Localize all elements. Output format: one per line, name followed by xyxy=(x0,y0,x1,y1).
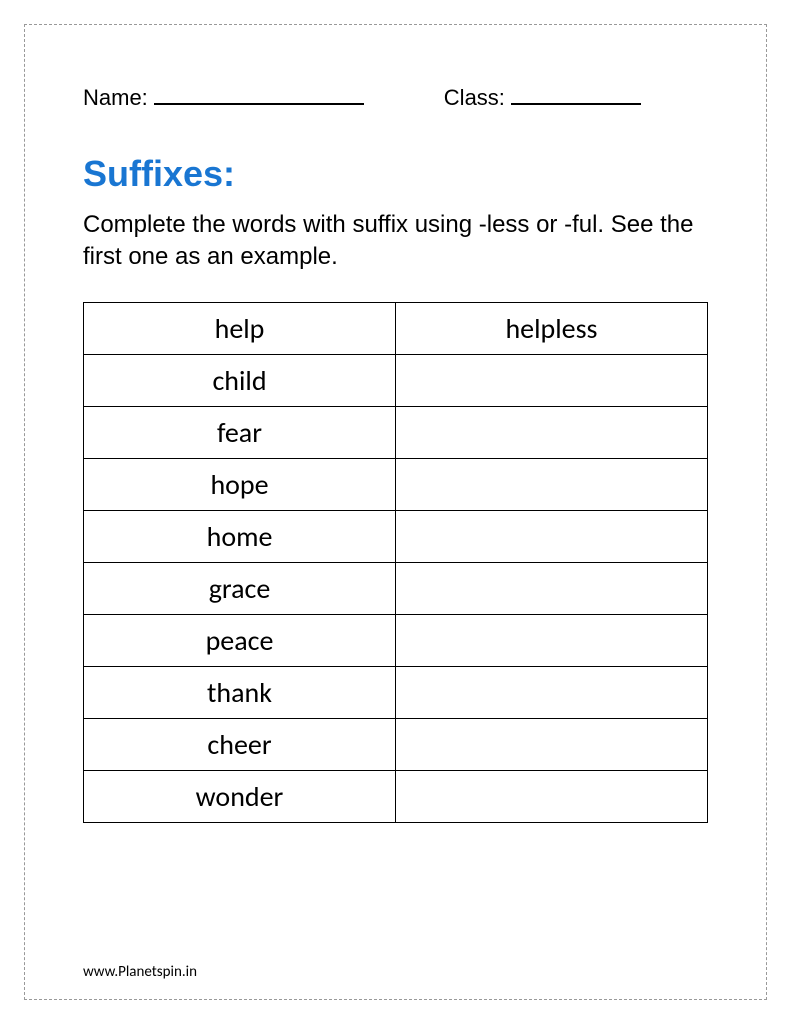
answer-cell[interactable]: helpless xyxy=(396,302,708,354)
worksheet-instructions: Complete the words with suffix using -le… xyxy=(83,209,708,274)
answer-cell[interactable] xyxy=(396,510,708,562)
answer-cell[interactable] xyxy=(396,718,708,770)
table-row: help helpless xyxy=(84,302,708,354)
footer-url: www.Planetspin.in xyxy=(83,963,197,981)
table-row: fear xyxy=(84,406,708,458)
answer-cell[interactable] xyxy=(396,666,708,718)
word-cell: home xyxy=(84,510,396,562)
word-cell: grace xyxy=(84,562,396,614)
table-row: hope xyxy=(84,458,708,510)
name-label: Name: xyxy=(83,85,148,111)
table-row: peace xyxy=(84,614,708,666)
answer-cell[interactable] xyxy=(396,458,708,510)
class-field: Class: xyxy=(444,83,641,111)
name-field: Name: xyxy=(83,83,364,111)
suffix-table: help helpless child fear hope home grace xyxy=(83,302,708,823)
table-row: grace xyxy=(84,562,708,614)
word-cell: peace xyxy=(84,614,396,666)
word-cell: fear xyxy=(84,406,396,458)
worksheet-page: Name: Class: Suffixes: Complete the word… xyxy=(24,24,767,1000)
worksheet-title: Suffixes: xyxy=(83,153,708,195)
header-row: Name: Class: xyxy=(83,83,708,111)
table-row: cheer xyxy=(84,718,708,770)
table-row: child xyxy=(84,354,708,406)
word-cell: thank xyxy=(84,666,396,718)
answer-cell[interactable] xyxy=(396,406,708,458)
word-cell: help xyxy=(84,302,396,354)
answer-cell[interactable] xyxy=(396,354,708,406)
class-label: Class: xyxy=(444,85,505,111)
answer-cell[interactable] xyxy=(396,614,708,666)
word-cell: hope xyxy=(84,458,396,510)
class-input-line[interactable] xyxy=(511,83,641,105)
word-cell: child xyxy=(84,354,396,406)
name-input-line[interactable] xyxy=(154,83,364,105)
answer-cell[interactable] xyxy=(396,770,708,822)
word-cell: cheer xyxy=(84,718,396,770)
table-row: wonder xyxy=(84,770,708,822)
table-row: thank xyxy=(84,666,708,718)
table-row: home xyxy=(84,510,708,562)
word-cell: wonder xyxy=(84,770,396,822)
answer-cell[interactable] xyxy=(396,562,708,614)
